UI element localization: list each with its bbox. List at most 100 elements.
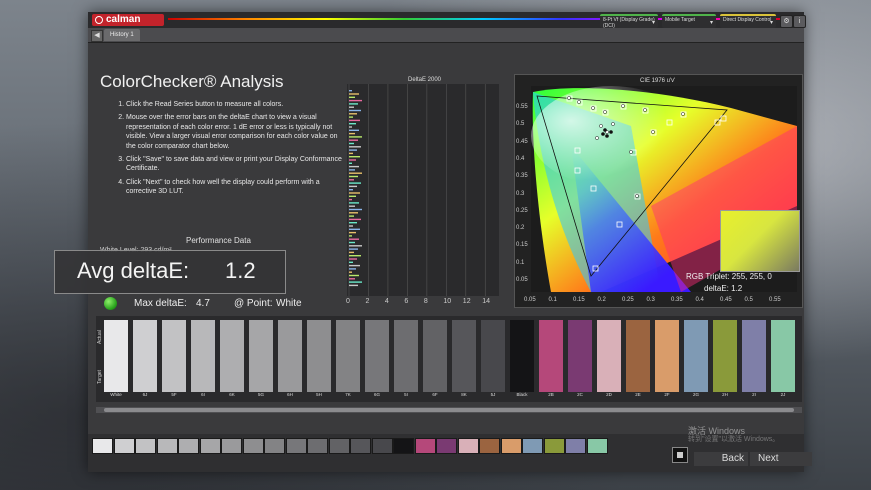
deltae-bar[interactable] xyxy=(349,169,355,171)
deltae-bar[interactable] xyxy=(349,278,355,280)
swatch[interactable] xyxy=(133,320,157,392)
deltae-bar[interactable] xyxy=(349,139,358,141)
deltae-bar[interactable] xyxy=(349,165,359,168)
deltae-bar[interactable] xyxy=(349,268,356,270)
bottom-swatch[interactable] xyxy=(543,438,565,454)
deltae-bar[interactable] xyxy=(349,175,358,178)
swatch[interactable] xyxy=(278,320,302,392)
deltae-chart[interactable] xyxy=(347,84,499,296)
deltae-bar[interactable] xyxy=(349,90,352,92)
bottom-swatch[interactable] xyxy=(586,438,608,454)
deltae-bar[interactable] xyxy=(349,116,353,118)
swatch[interactable] xyxy=(510,320,534,392)
deltae-bar[interactable] xyxy=(349,126,352,128)
next-button[interactable]: Next xyxy=(750,452,812,466)
swatch[interactable] xyxy=(626,320,650,392)
deltae-bar[interactable] xyxy=(349,156,360,158)
swatch[interactable] xyxy=(336,320,360,392)
swatch[interactable] xyxy=(713,320,737,392)
swatch[interactable] xyxy=(162,320,186,392)
deltae-bar[interactable] xyxy=(349,146,361,148)
info-icon[interactable]: i xyxy=(793,15,806,28)
bottom-swatch[interactable] xyxy=(565,438,586,454)
bottom-swatch[interactable] xyxy=(264,438,285,454)
settings-icon[interactable]: ⚙ xyxy=(780,15,793,28)
swatch[interactable] xyxy=(365,320,389,392)
swatch[interactable] xyxy=(220,320,244,392)
swatch[interactable] xyxy=(655,320,679,392)
bottom-swatch[interactable] xyxy=(113,438,135,454)
bottom-swatch[interactable] xyxy=(156,438,178,454)
bottom-swatch[interactable] xyxy=(479,438,500,454)
bottom-swatch[interactable] xyxy=(242,438,264,454)
swatch[interactable] xyxy=(249,320,273,392)
deltae-bar[interactable] xyxy=(349,215,354,217)
swatch[interactable] xyxy=(771,320,795,392)
deltae-bar[interactable] xyxy=(349,132,355,135)
deltae-bar[interactable] xyxy=(349,255,361,257)
deltae-bar[interactable] xyxy=(349,284,358,287)
deltae-bar[interactable] xyxy=(349,198,352,201)
bottom-swatch[interactable] xyxy=(178,438,199,454)
deltae-bar[interactable] xyxy=(349,264,360,267)
deltae-bar[interactable] xyxy=(349,212,358,214)
swatch[interactable] xyxy=(742,320,766,392)
bottom-swatch[interactable] xyxy=(350,438,371,454)
bottom-swatch[interactable] xyxy=(328,438,350,454)
deltae-bar[interactable] xyxy=(349,225,353,227)
bottom-swatch[interactable] xyxy=(199,438,221,454)
swatch[interactable] xyxy=(481,320,505,392)
deltae-bar[interactable] xyxy=(349,241,355,244)
deltae-bar[interactable] xyxy=(349,271,352,273)
deltae-bar[interactable] xyxy=(349,231,356,234)
deltae-bar[interactable] xyxy=(349,248,358,250)
bottom-swatch[interactable] xyxy=(307,438,328,454)
source-select[interactable]: 8-Pt Vf (Display Grade) (DCI) ▾ xyxy=(600,14,658,29)
bottom-swatch[interactable] xyxy=(393,438,414,454)
deltae-bar[interactable] xyxy=(349,189,353,191)
scrollbar-thumb[interactable] xyxy=(104,408,794,412)
deltae-bar[interactable] xyxy=(349,192,360,194)
deltae-bar[interactable] xyxy=(349,202,359,204)
deltae-bar[interactable] xyxy=(349,93,359,95)
deltae-bar[interactable] xyxy=(349,274,359,277)
deltae-bar[interactable] xyxy=(349,245,362,247)
deltae-bar[interactable] xyxy=(349,162,352,164)
bottom-swatch[interactable] xyxy=(500,438,522,454)
swatch[interactable] xyxy=(307,320,331,392)
swatch[interactable] xyxy=(539,320,563,392)
deltae-bar[interactable] xyxy=(349,185,357,188)
deltae-bar[interactable] xyxy=(349,96,355,98)
back-button[interactable]: Back xyxy=(694,452,748,466)
swatch[interactable] xyxy=(597,320,621,392)
deltae-bar[interactable] xyxy=(349,208,362,211)
deltae-bar[interactable] xyxy=(349,222,357,224)
deltae-bar[interactable] xyxy=(349,251,354,254)
tab-history-1[interactable]: History 1 xyxy=(104,29,140,41)
deltae-bar[interactable] xyxy=(349,99,362,102)
deltae-bar[interactable] xyxy=(349,149,357,151)
deltae-bar[interactable] xyxy=(349,109,361,112)
deltae-bar[interactable] xyxy=(349,238,359,240)
deltae-bar[interactable] xyxy=(349,103,358,105)
deltae-bar[interactable] xyxy=(349,261,353,263)
deltae-bar[interactable] xyxy=(349,152,353,155)
stop-button[interactable] xyxy=(672,447,688,463)
bottom-swatch[interactable] xyxy=(414,438,436,454)
swatch[interactable] xyxy=(104,320,128,392)
display-control-select[interactable]: Direct Display Control ▾ xyxy=(720,14,776,28)
deltae-bar[interactable] xyxy=(349,281,362,283)
swatch[interactable] xyxy=(394,320,418,392)
bottom-swatch[interactable] xyxy=(436,438,457,454)
deltae-bar[interactable] xyxy=(349,235,352,237)
swatch[interactable] xyxy=(423,320,447,392)
back-nav-icon[interactable]: ◀ xyxy=(91,30,103,42)
deltae-bar[interactable] xyxy=(349,119,360,122)
deltae-bar[interactable] xyxy=(349,142,354,145)
swatch[interactable] xyxy=(568,320,592,392)
swatch[interactable] xyxy=(191,320,215,392)
target-select[interactable]: Mobile Target ▾ xyxy=(662,14,716,28)
bottom-swatch[interactable] xyxy=(371,438,393,454)
deltae-bar[interactable] xyxy=(349,205,355,207)
deltae-bar[interactable] xyxy=(349,113,357,115)
